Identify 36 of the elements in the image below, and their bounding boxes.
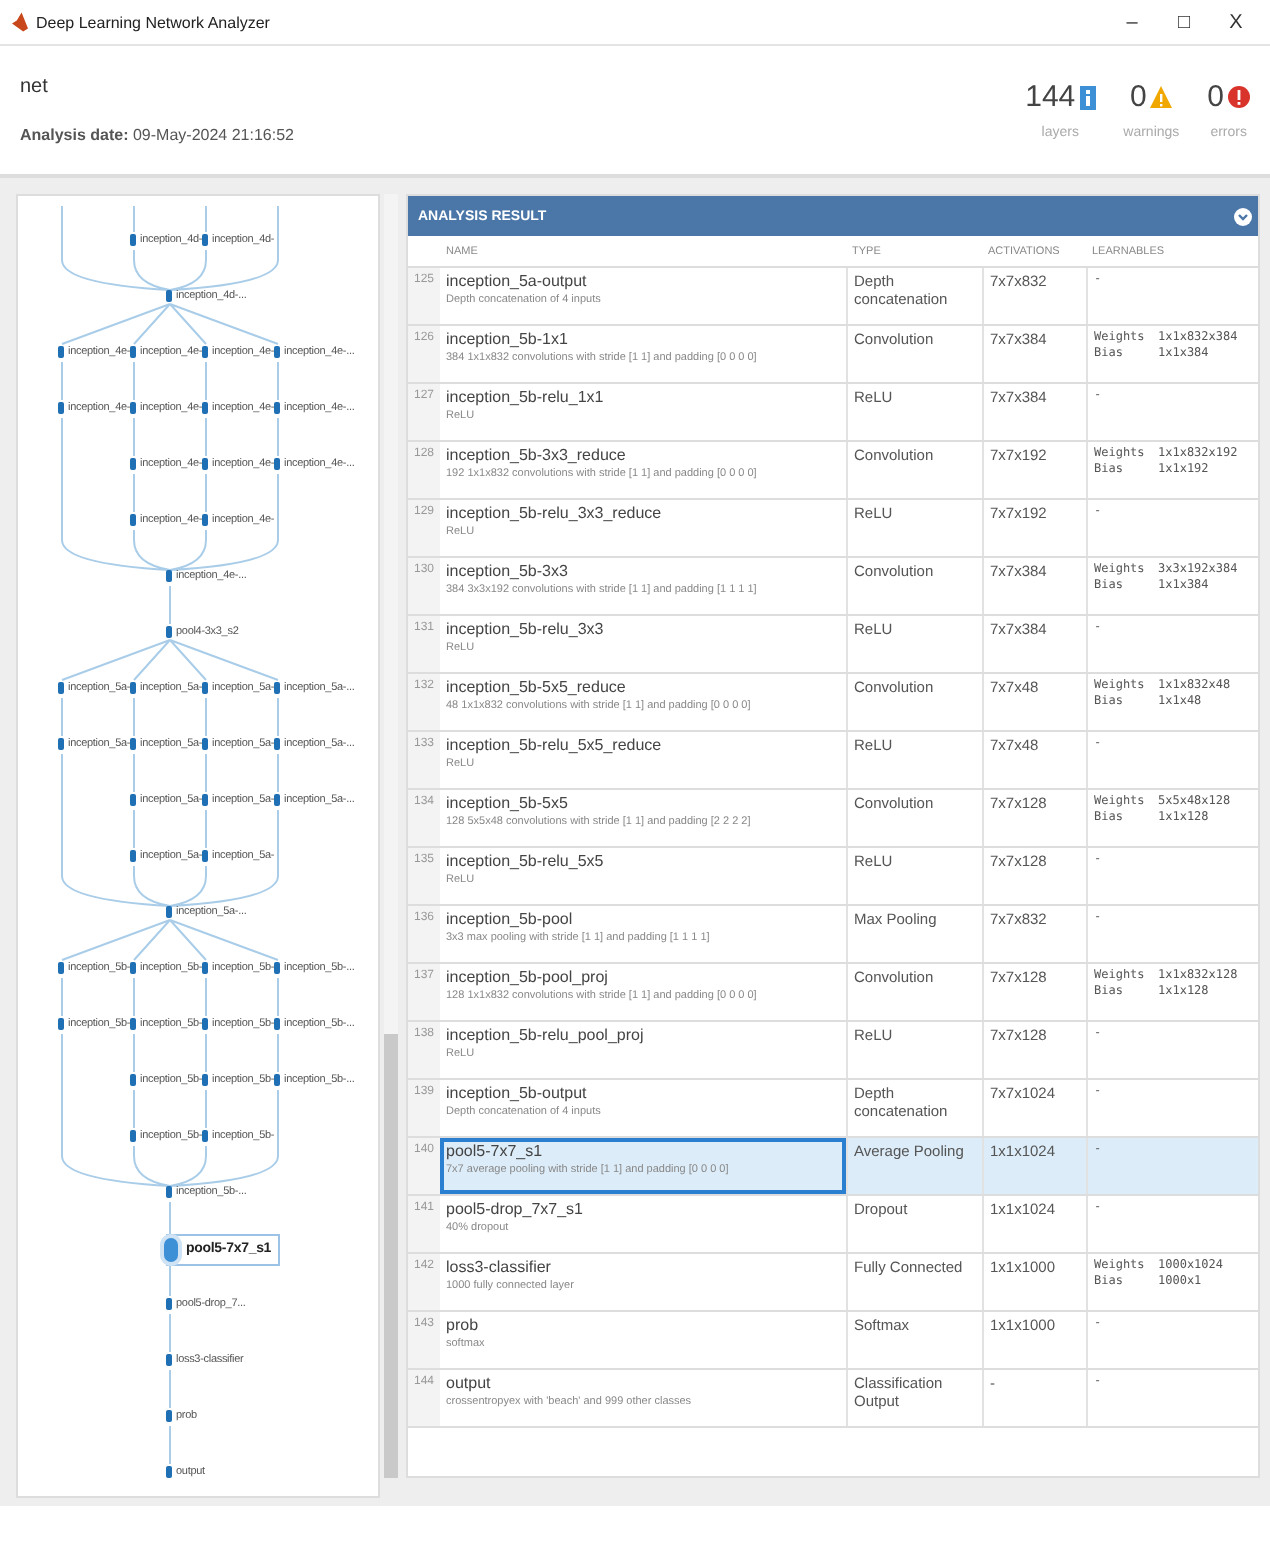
layer-name: inception_5b-relu_1x1 [446,388,606,406]
layer-name: inception_5b-relu_3x3_reduce [446,504,664,522]
layer-name: output [446,1374,493,1392]
stat-count: 144 [1025,80,1076,114]
error-icon [1228,86,1250,108]
layer-name: inception_5b-output [446,1084,589,1102]
window-control-button[interactable]: □ [1162,11,1206,33]
layer-name: inception_5b-5x5_reduce [446,678,628,696]
layer-name: pool5-drop_7x7_s1 [446,1200,585,1218]
scrollbar[interactable] [384,194,398,1478]
scrollbar-thumb[interactable] [384,1034,398,1478]
layer-name: inception_5a-output [446,272,589,290]
layer-name: inception_5b-relu_5x5_reduce [446,736,664,754]
layer-name: inception_5b-3x3 [446,562,570,580]
warning-icon [1150,86,1173,108]
window-control-button[interactable]: X [1214,11,1258,33]
info-icon [1079,85,1096,109]
layer-name: loss3-classifier [446,1258,553,1276]
layer-name: inception_5b-relu_pool_proj [446,1026,646,1044]
layer-name: inception_5b-1x1 [446,330,570,348]
layer-name: prob [446,1316,481,1334]
layer-name: pool5-7x7_s1 [446,1142,545,1160]
window-control-button[interactable]: – [1110,11,1154,33]
app-logo-icon [12,12,28,32]
layer-name: inception_5b-pool_proj [446,968,610,986]
network-name: net [20,76,50,98]
collapse-icon[interactable] [1234,207,1252,225]
layer-name: inception_5b-5x5 [446,794,570,812]
analysis-date: Analysis date: 09-May-2024 21:16:52 [20,126,296,144]
layer-name: inception_5b-relu_5x5 [446,852,606,870]
layer-name: inception_5b-pool [446,910,575,928]
stat-count: 0 [1207,80,1224,114]
layer-name: inception_5b-3x3_reduce [446,446,628,464]
stat-count: 0 [1129,80,1147,114]
window-title: Deep Learning Network Analyzer [36,13,270,31]
layer-name: inception_5b-relu_3x3 [446,620,606,638]
